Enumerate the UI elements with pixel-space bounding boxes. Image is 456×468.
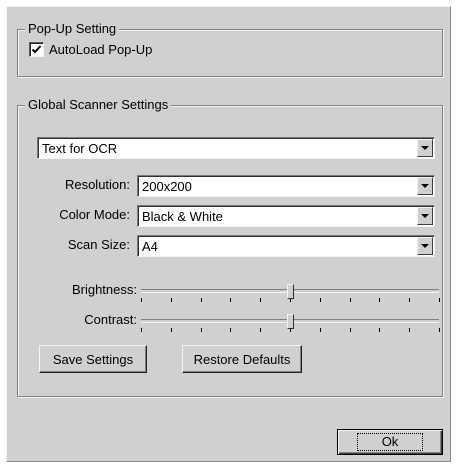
- slider-tick: [260, 328, 262, 332]
- save-settings-button[interactable]: Save Settings: [39, 345, 147, 373]
- slider-tick: [230, 328, 232, 332]
- resolution-value: 200x200: [142, 179, 192, 194]
- scan-profile-dropdown-button[interactable]: [417, 139, 433, 157]
- autoload-popup-label: AutoLoad Pop-Up: [49, 41, 153, 57]
- slider-tick: [379, 298, 381, 302]
- slider-tick: [260, 298, 262, 302]
- slider-tick: [170, 328, 172, 332]
- color-mode-dropdown-button[interactable]: [417, 207, 433, 225]
- scan-size-dropdown-button[interactable]: [417, 237, 433, 255]
- slider-tick: [319, 328, 321, 332]
- chevron-down-icon: [421, 183, 429, 188]
- autoload-popup-option[interactable]: AutoLoad Pop-Up: [29, 41, 152, 57]
- ok-button[interactable]: Ok: [337, 429, 443, 455]
- slider-tick: [439, 328, 440, 332]
- slider-tick: [379, 328, 381, 332]
- chevron-down-icon: [421, 145, 429, 150]
- scan-size-value: A4: [142, 239, 158, 254]
- popup-setting-legend: Pop-Up Setting: [25, 21, 120, 37]
- scan-size-dropdown[interactable]: A4: [137, 235, 435, 257]
- scanner-settings-dialog: Pop-Up Setting AutoLoad Pop-Up Global Sc…: [6, 6, 451, 462]
- color-mode-dropdown[interactable]: Black & White: [137, 205, 435, 227]
- slider-tick: [319, 298, 321, 302]
- slider-tick: [200, 328, 202, 332]
- brightness-slider-thumb[interactable]: [287, 284, 294, 299]
- color-mode-label: Color Mode:: [59, 207, 130, 222]
- global-scanner-settings-legend: Global Scanner Settings: [25, 97, 172, 113]
- chevron-down-icon: [421, 243, 429, 248]
- slider-tick: [200, 298, 202, 302]
- resolution-dropdown-button[interactable]: [417, 177, 433, 195]
- resolution-label: Resolution:: [64, 177, 130, 192]
- chevron-down-icon: [421, 213, 429, 218]
- slider-tick: [409, 298, 411, 302]
- slider-tick: [409, 328, 411, 332]
- contrast-label: Contrast:: [84, 312, 137, 327]
- popup-setting-group: Pop-Up Setting AutoLoad Pop-Up: [17, 21, 443, 77]
- scan-profile-value: Text for OCR: [42, 141, 118, 156]
- global-scanner-settings-group: Global Scanner Settings Text for OCR Res…: [17, 97, 443, 397]
- slider-tick: [349, 298, 351, 302]
- scan-size-label: Scan Size:: [67, 237, 130, 252]
- slider-tick: [141, 298, 142, 302]
- autoload-popup-checkbox[interactable]: [29, 41, 44, 57]
- ok-button-label: Ok: [356, 433, 424, 451]
- brightness-label: Brightness:: [71, 282, 137, 297]
- slider-tick: [230, 298, 232, 302]
- slider-tick: [439, 298, 440, 302]
- slider-tick: [349, 328, 351, 332]
- restore-defaults-button[interactable]: Restore Defaults: [182, 345, 302, 373]
- scan-profile-dropdown[interactable]: Text for OCR: [37, 137, 435, 159]
- color-mode-value: Black & White: [142, 209, 223, 224]
- brightness-slider[interactable]: [141, 284, 440, 308]
- slider-tick: [141, 328, 142, 332]
- check-icon: [31, 44, 42, 53]
- slider-tick: [170, 298, 172, 302]
- contrast-slider-thumb[interactable]: [287, 314, 294, 329]
- resolution-dropdown[interactable]: 200x200: [137, 175, 435, 197]
- contrast-slider[interactable]: [141, 314, 440, 338]
